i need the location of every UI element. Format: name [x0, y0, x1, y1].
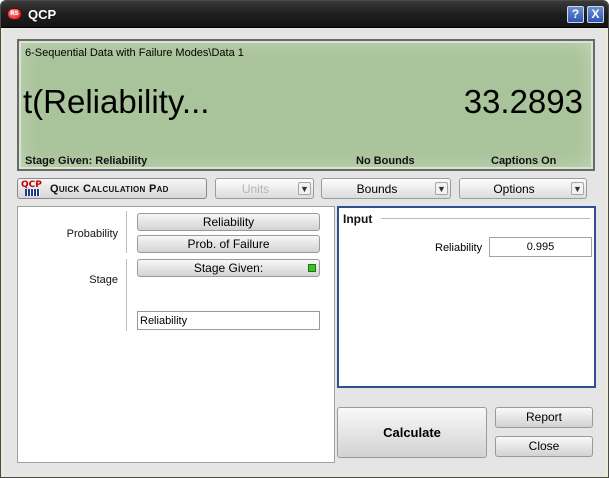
prob-of-failure-button[interactable]: Prob. of Failure	[137, 235, 320, 253]
chevron-down-icon[interactable]: ▼	[435, 182, 448, 195]
input-panel-title: Input	[343, 212, 373, 226]
divider	[126, 259, 127, 331]
bounds-dropdown[interactable]: Bounds ▼	[321, 178, 451, 199]
logo-label: Quick Calculation Pad	[50, 183, 169, 195]
units-dropdown: Units ▼	[215, 178, 314, 199]
reliability-button[interactable]: Reliability	[137, 213, 320, 231]
chevron-down-icon[interactable]: ▼	[571, 182, 584, 195]
dialog-body: 6-Sequential Data with Failure Modes\Dat…	[4, 29, 605, 476]
stage-given-button[interactable]: Stage Given:	[137, 259, 320, 277]
options-dropdown[interactable]: Options ▼	[459, 178, 587, 199]
close-button[interactable]: Close	[495, 436, 593, 457]
result-label: t(Reliability...	[23, 83, 210, 120]
stage-given-label: Stage Given:	[193, 261, 264, 275]
qcp-window: RS QCP ? X 6-Sequential Data with Failur…	[0, 0, 609, 478]
results-display: 6-Sequential Data with Failure Modes\Dat…	[17, 39, 595, 171]
data-source-path: 6-Sequential Data with Failure Modes\Dat…	[25, 47, 244, 59]
qcp-logo-icon: QCP	[21, 180, 43, 197]
calculation-options-panel: Probability Reliability Prob. of Failure…	[17, 206, 335, 463]
stage-label: Stage	[89, 274, 118, 286]
status-captions: Captions On	[491, 155, 557, 167]
reliability-input-label: Reliability	[435, 242, 483, 254]
reliability-input[interactable]: 0.995	[489, 237, 592, 257]
result-value: 33.2893	[463, 83, 583, 120]
active-indicator-icon	[308, 264, 316, 272]
options-label: Options	[493, 182, 535, 196]
input-panel: Input Reliability 0.995	[337, 206, 596, 388]
status-stage: Stage Given: Reliability	[25, 155, 148, 167]
window-title: QCP	[28, 7, 57, 22]
units-label: Units	[241, 182, 270, 196]
divider	[381, 218, 590, 219]
close-window-button[interactable]: X	[587, 6, 604, 23]
title-bar[interactable]: RS QCP ? X	[1, 1, 608, 28]
chevron-down-icon: ▼	[298, 182, 311, 195]
probability-label: Probability	[66, 228, 118, 240]
divider	[126, 211, 127, 253]
report-button[interactable]: Report	[495, 407, 593, 428]
bounds-label: Bounds	[356, 182, 398, 196]
calculate-button[interactable]: Calculate	[337, 407, 487, 458]
status-bounds: No Bounds	[356, 155, 415, 167]
quick-calculation-pad-logo: QCP Quick Calculation Pad	[17, 178, 207, 199]
stage-value-field: Reliability	[137, 311, 320, 330]
app-logo-icon: RS	[7, 8, 22, 20]
help-button[interactable]: ?	[567, 6, 584, 23]
